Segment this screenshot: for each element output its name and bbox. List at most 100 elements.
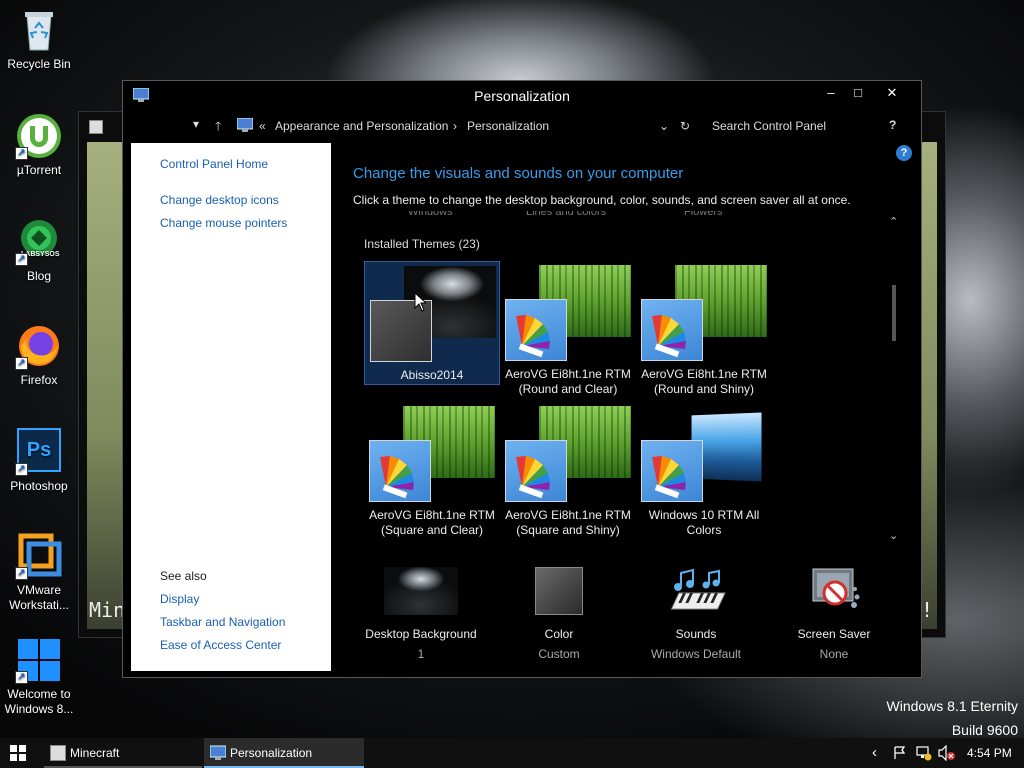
theme-preview (369, 406, 495, 502)
taskbar-item-label: Personalization (230, 746, 313, 760)
recent-locations-icon[interactable]: ▾ (193, 117, 199, 131)
clock-time[interactable]: 4:54 PM (967, 738, 1012, 768)
theme-tile-square-shiny[interactable]: AeroVG Ei8ht.1ne RTM (Square and Shiny) (500, 402, 636, 537)
theme-color-swatch (641, 440, 703, 502)
scrollbar-thumb[interactable] (892, 285, 896, 341)
watermark-edition: Windows 8.1 Eternity (886, 698, 1019, 714)
sounds-value: Windows Default (650, 647, 742, 661)
link-ease-of-access[interactable]: Ease of Access Center (160, 638, 281, 652)
theme-tile-square-clear[interactable]: AeroVG Ei8ht.1ne RTM (Square and Clear) (364, 402, 500, 537)
color-setting[interactable]: Color Custom (494, 567, 624, 661)
windows-logo-icon: ↗ (15, 636, 63, 684)
color-fan-icon (652, 456, 686, 499)
link-change-mouse-pointers[interactable]: Change mouse pointers (160, 216, 287, 230)
desktop-icon-label: Blog (26, 269, 52, 283)
scroll-down-button[interactable]: ⌄ (889, 529, 898, 542)
search-input[interactable]: Search Control Panel (712, 119, 826, 133)
breadcrumb-overflow[interactable]: « (259, 119, 266, 133)
shortcut-arrow-icon: ↗ (15, 671, 28, 684)
taskbar-item-personalization[interactable]: Personalization (204, 738, 364, 768)
address-dropdown-icon[interactable]: ⌄ (659, 119, 669, 133)
taskbar-item-label: Minecraft (70, 746, 120, 760)
theme-name: Abisso2014 (400, 368, 464, 382)
link-taskbar-navigation[interactable]: Taskbar and Navigation (160, 615, 285, 629)
see-also-heading: See also (160, 569, 207, 583)
refresh-icon[interactable]: ↻ (680, 119, 690, 133)
sounds-setting[interactable]: Sounds Windows Default (631, 567, 761, 661)
link-display[interactable]: Display (160, 592, 199, 606)
desktop-icon-welcome[interactable]: ↗ Welcome to Windows 8... (2, 636, 76, 717)
link-change-desktop-icons[interactable]: Change desktop icons (160, 193, 279, 207)
color-label: Color (544, 627, 574, 641)
desktop-icon-label: Photoshop (10, 479, 68, 493)
shortcut-arrow-icon: ↗ (15, 567, 28, 580)
breadcrumb-personalization[interactable]: Personalization (467, 119, 549, 133)
theme-preview (641, 265, 767, 361)
cutoff-theme-label: Windows (408, 211, 453, 218)
desktop-icon-label: Welcome to Windows 8... (4, 687, 74, 716)
show-hidden-icons-chevron[interactable]: ‹ (872, 738, 877, 768)
up-arrow-icon[interactable]: 🡑 (215, 117, 221, 138)
help-icon[interactable]: ? (889, 118, 896, 132)
screen-saver-label: Screen Saver (797, 627, 871, 641)
desktop-background-icon (384, 567, 458, 617)
installed-themes-heading: Installed Themes (23) (364, 237, 480, 251)
theme-tile-round-clear[interactable]: AeroVG Ei8ht.1ne RTM (Round and Clear) (500, 261, 636, 396)
theme-tile-round-shiny[interactable]: AeroVG Ei8ht.1ne RTM (Round and Shiny) (636, 261, 772, 396)
desktop-icon-label: Firefox (20, 373, 58, 387)
desktop-icon-label: Recycle Bin (7, 57, 71, 71)
color-swatch-icon (522, 567, 596, 617)
theme-tile-windows10[interactable]: Windows 10 RTM All Colors (636, 402, 772, 537)
screen-saver-icon (797, 567, 871, 617)
volume-muted-icon[interactable] (938, 745, 956, 761)
theme-color-swatch (369, 440, 431, 502)
theme-preview (505, 265, 631, 361)
shortcut-arrow-icon: ↗ (15, 147, 28, 160)
screen-saver-value: None (819, 647, 849, 661)
minimize-button[interactable]: – (816, 83, 846, 103)
shortcut-arrow-icon: ↗ (15, 253, 28, 266)
theme-preview (505, 406, 631, 502)
theme-tile-abisso2014[interactable]: Abisso2014 (364, 261, 500, 385)
title-bar[interactable]: Personalization – □ ✕ (123, 81, 921, 111)
desktop-icon-vmware[interactable]: ↗ VMware Workstati... (2, 532, 76, 613)
page-heading: Change the visuals and sounds on your co… (353, 165, 684, 182)
desktop-background-value: 1 (417, 647, 425, 661)
page-description: Click a theme to change the desktop back… (353, 193, 851, 207)
color-value: Custom (538, 647, 580, 661)
link-control-panel-home[interactable]: Control Panel Home (160, 157, 268, 171)
shortcut-arrow-icon: ↗ (15, 463, 28, 476)
scroll-up-button[interactable]: ⌃ (889, 215, 898, 228)
desktop-icon-firefox[interactable]: ↗ Firefox (2, 322, 76, 388)
close-button[interactable]: ✕ (877, 83, 907, 103)
desktop-icon-utorrent[interactable]: ↗ µTorrent (2, 112, 76, 178)
window-title: Personalization (474, 88, 570, 104)
cutoff-theme-label: Flowers (684, 211, 723, 218)
taskbar-item-minecraft[interactable]: Minecraft (44, 738, 202, 768)
desktop-icon-blog[interactable]: LABSYSOS ↗ Blog (2, 218, 76, 284)
theme-preview (370, 266, 496, 362)
breadcrumb-appearance[interactable]: Appearance and Personalization (275, 119, 448, 133)
java-icon (89, 120, 103, 134)
network-icon[interactable] (916, 745, 932, 761)
desktop-background-setting[interactable]: Desktop Background 1 (356, 567, 486, 661)
theme-name: AeroVG Ei8ht.1ne RTM (Round and Clear) (505, 367, 631, 396)
navigation-pane: Control Panel Home Change desktop icons … (131, 143, 331, 671)
os-watermark: Windows 8.1 Eternity Build 9600 (887, 694, 1019, 742)
screen-saver-setting[interactable]: Screen Saver None (769, 567, 899, 661)
recycle-bin-icon (15, 6, 63, 54)
color-fan-icon (652, 315, 686, 358)
breadcrumb-separator: › (453, 119, 457, 133)
action-center-flag-icon[interactable] (894, 746, 906, 760)
desktop-icon-photoshop[interactable]: Ps ↗ Photoshop (2, 428, 76, 494)
desktop-icon-label: VMware Workstati... (9, 583, 69, 612)
utorrent-icon: ↗ (15, 112, 63, 160)
start-button-windows-icon[interactable] (10, 745, 26, 761)
sounds-icon (659, 567, 733, 617)
color-fan-icon (516, 456, 550, 499)
maximize-button[interactable]: □ (843, 83, 873, 103)
help-circle-icon[interactable]: ? (896, 145, 912, 161)
photoshop-icon: Ps ↗ (15, 428, 63, 476)
java-icon (50, 745, 66, 761)
desktop-icon-recycle-bin[interactable]: Recycle Bin (2, 6, 76, 72)
